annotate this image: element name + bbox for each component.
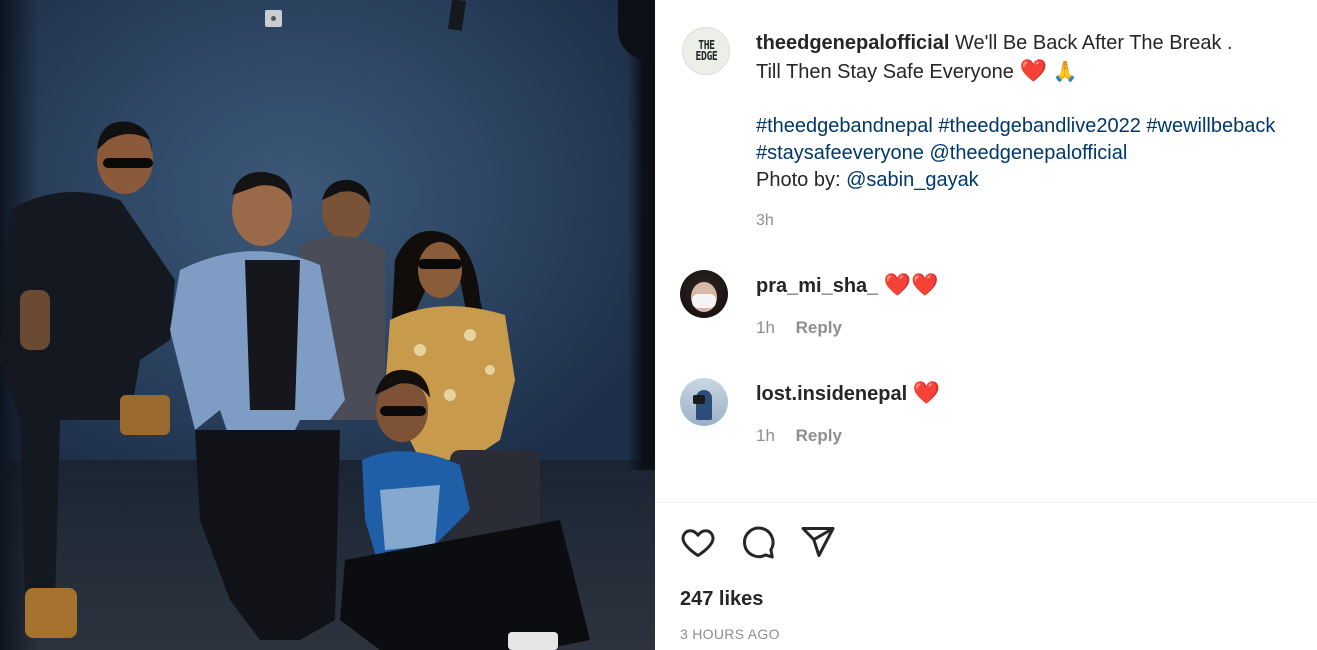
comment-meta: 1h Reply [756, 318, 842, 338]
mention-link[interactable]: @theedgenepalofficial [929, 142, 1127, 164]
comment-button[interactable] [740, 524, 780, 564]
caption-text-line2: Till Then Stay Safe Everyone [756, 61, 1014, 83]
section-divider [655, 502, 1317, 503]
heart-emoji: ❤️ [1019, 58, 1047, 83]
post-date[interactable]: 3 HOURS AGO [680, 626, 780, 642]
caption-username[interactable]: theedgenepalofficial [756, 32, 949, 54]
praying-hands-emoji: 🙏 [1052, 61, 1078, 83]
reply-button[interactable]: Reply [796, 426, 842, 445]
camera-icon [693, 395, 705, 404]
reply-button[interactable]: Reply [796, 318, 842, 337]
comment-time[interactable]: 1h [756, 426, 775, 445]
comment-item: pra_mi_sha_ ❤️❤️ 1h Reply [655, 270, 1317, 350]
paper-plane-icon [801, 527, 835, 557]
comment-bubble-icon [743, 526, 775, 559]
comment-time[interactable]: 1h [756, 318, 775, 337]
hashtag-link[interactable]: #theedgebandlive2022 [938, 115, 1140, 137]
band-logo-avatar[interactable]: THE EDGE [682, 27, 730, 75]
commenter-avatar[interactable] [680, 378, 728, 426]
comment-username[interactable]: pra_mi_sha_ [756, 275, 878, 297]
hashtag-link[interactable]: #staysafeeveryone [756, 142, 924, 164]
avatar-logo-text: THE EDGE [695, 38, 717, 63]
avatar-mask [692, 294, 716, 308]
comment-meta: 1h Reply [756, 426, 842, 446]
comment-text: pra_mi_sha_ ❤️❤️ [756, 272, 939, 299]
comment-item: lost.insidenepal ❤️ 1h Reply [655, 378, 1317, 458]
comment-text: lost.insidenepal ❤️ [756, 380, 940, 407]
post-photo[interactable] [0, 0, 655, 650]
like-button[interactable] [680, 524, 720, 564]
heart-emoji: ❤️❤️ [883, 272, 939, 297]
post-caption: theedgenepalofficial We'll Be Back After… [756, 30, 1311, 194]
heart-emoji: ❤️ [912, 380, 941, 405]
heart-outline-icon [681, 529, 715, 557]
photographer-mention-link[interactable]: @sabin_gayak [846, 169, 979, 191]
commenter-avatar[interactable] [680, 270, 728, 318]
share-button[interactable] [800, 524, 840, 564]
photo-credit-label: Photo by: [756, 169, 841, 191]
caption-text-line1: We'll Be Back After The Break . [954, 32, 1233, 54]
band-members [0, 121, 590, 650]
hashtag-link[interactable]: #theedgebandnepal [756, 115, 933, 137]
post-details-panel: THE EDGE theedgenepalofficial We'll Be B… [655, 0, 1317, 650]
caption-timestamp[interactable]: 3h [756, 212, 774, 230]
comment-username[interactable]: lost.insidenepal [756, 383, 907, 405]
hashtag-link[interactable]: #wewillbeback [1146, 115, 1275, 137]
likes-count[interactable]: 247 likes [680, 588, 763, 611]
member-1 [0, 121, 175, 638]
